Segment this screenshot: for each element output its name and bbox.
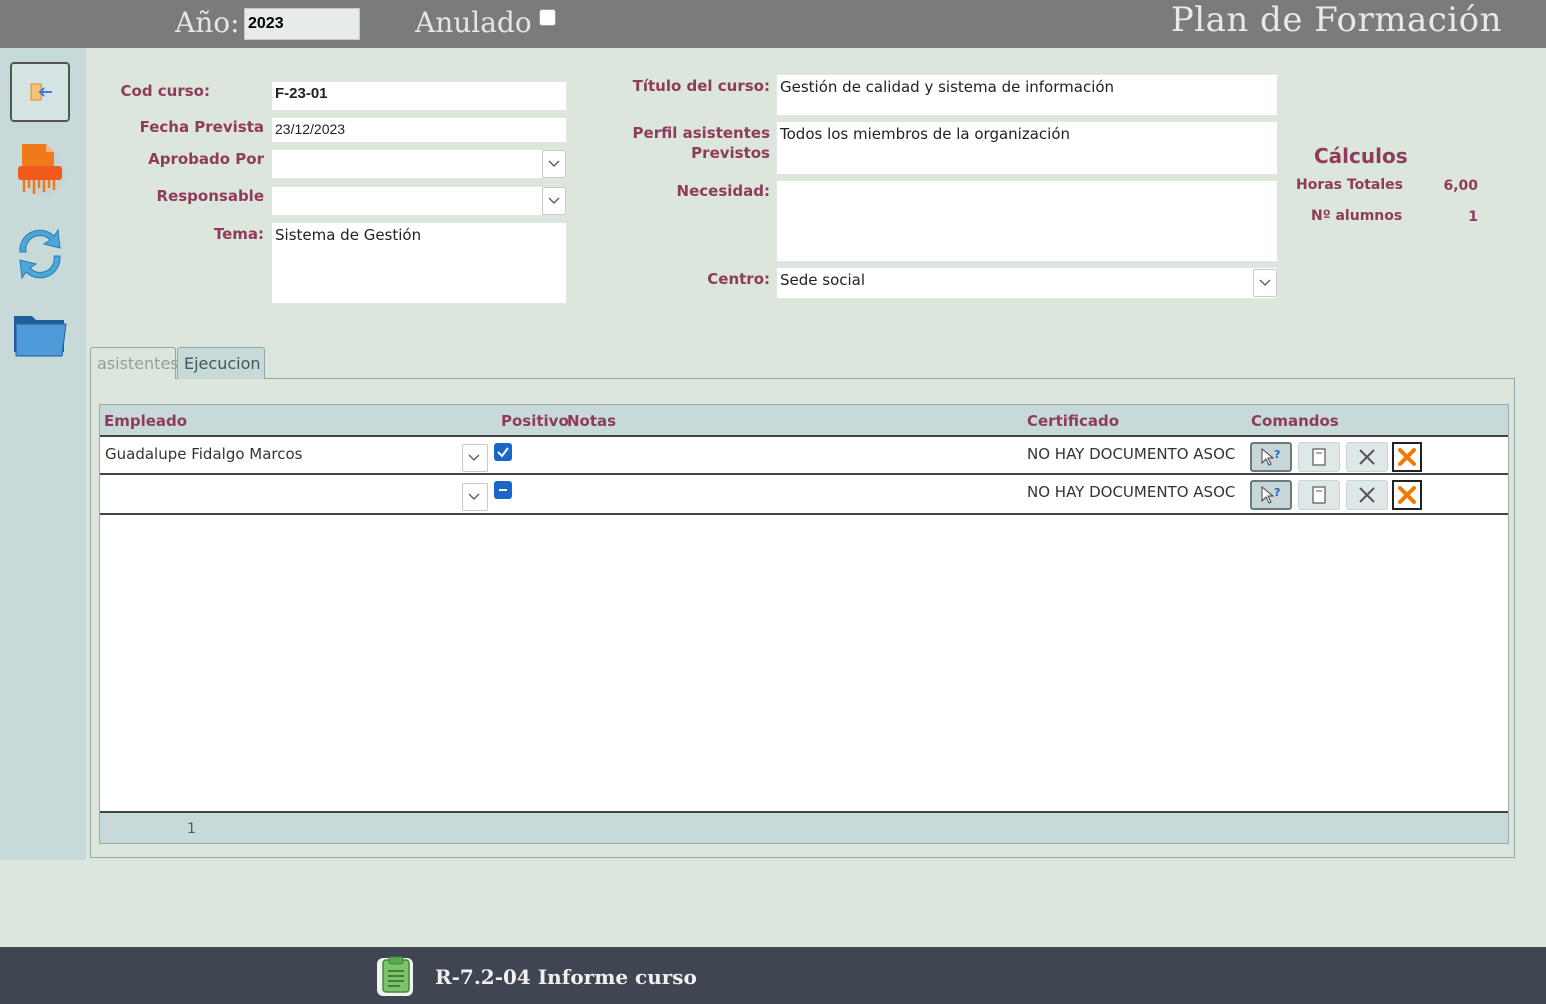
grid-header: Empleado Positivo Notas Certificado Coma… <box>100 405 1508 437</box>
empleado-dropdown-button[interactable] <box>462 444 488 472</box>
record-count: 1 <box>187 821 196 837</box>
document-icon <box>1312 486 1326 504</box>
anulado-checkbox[interactable] <box>539 9 556 26</box>
chevron-down-icon <box>548 160 560 167</box>
cod-curso-label: Cod curso: <box>120 82 210 100</box>
svg-text:?: ? <box>1274 486 1280 499</box>
grid-footer: 1 <box>100 811 1508 843</box>
chevron-down-icon <box>1259 279 1271 286</box>
centro-select[interactable]: Sede social <box>776 267 1278 299</box>
chevron-down-icon <box>468 493 480 500</box>
chevron-down-icon <box>468 454 480 461</box>
document-button[interactable] <box>1298 442 1340 472</box>
responsable-label: Responsable <box>156 187 264 205</box>
chevron-down-icon <box>548 197 560 204</box>
pdf-report-icon <box>18 144 66 196</box>
col-comandos: Comandos <box>1251 412 1339 430</box>
checkmark-icon <box>497 447 509 458</box>
table-row: NO HAY DOCUMENTO ASOC ? <box>100 477 1508 515</box>
refresh-icon <box>19 228 61 280</box>
calculos-title: Cálculos <box>1314 144 1408 168</box>
help-select-button[interactable]: ? <box>1250 480 1292 510</box>
tab-asistentes[interactable]: asistentes <box>90 347 179 379</box>
tema-field[interactable]: Sistema de Gestión <box>271 222 567 304</box>
centro-label: Centro: <box>707 270 770 288</box>
titulo-label: Título del curso: <box>632 77 770 95</box>
table-row: Guadalupe Fidalgo Marcos NO HAY DOCUMENT… <box>100 437 1508 475</box>
fecha-prevista-field[interactable]: 23/12/2023 <box>271 117 567 143</box>
positivo-checkbox[interactable] <box>494 443 512 461</box>
empleado-dropdown-button[interactable] <box>462 483 488 511</box>
perfil-field[interactable]: Todos los miembros de la organización <box>776 121 1278 175</box>
col-notas: Notas <box>567 412 617 430</box>
clipboard-icon <box>377 956 413 996</box>
col-positivo: Positivo <box>501 412 569 430</box>
delete-row-button[interactable] <box>1392 480 1422 510</box>
indeterminate-icon <box>499 489 507 491</box>
report-button[interactable] <box>375 954 417 998</box>
certificado-cell: NO HAY DOCUMENTO ASOC <box>1027 445 1236 463</box>
empleado-cell[interactable]: Guadalupe Fidalgo Marcos <box>105 445 303 463</box>
report-label[interactable]: R-7.2-04 Informe curso <box>435 965 697 989</box>
anulado-label: Anulado <box>415 6 532 39</box>
perfil-label: Perfil asistentes Previstos <box>600 123 770 163</box>
fecha-prevista-label: Fecha Prevista <box>139 118 264 136</box>
centro-dropdown-button[interactable] <box>1253 269 1277 297</box>
tema-label: Tema: <box>213 225 264 243</box>
delete-x-icon <box>1398 448 1416 466</box>
pdf-report-button[interactable] <box>10 138 70 198</box>
top-bar: Año: Anulado Plan de Formación <box>0 0 1546 48</box>
exit-button[interactable] <box>10 62 70 122</box>
horas-totales-label: Horas Totales <box>1296 177 1403 193</box>
col-empleado: Empleado <box>104 412 188 430</box>
asistentes-grid: Empleado Positivo Notas Certificado Coma… <box>99 404 1509 844</box>
sidebar <box>0 48 86 860</box>
folder-button[interactable] <box>10 306 70 366</box>
col-certificado: Certificado <box>1027 412 1120 430</box>
document-button[interactable] <box>1298 480 1340 510</box>
document-icon <box>1312 448 1326 466</box>
num-alumnos-value: 1 <box>1468 209 1478 225</box>
necesidad-field[interactable] <box>776 180 1278 262</box>
clear-button[interactable] <box>1346 480 1388 510</box>
cod-curso-field[interactable]: F-23-01 <box>271 81 567 111</box>
exit-icon <box>30 83 52 101</box>
titulo-field[interactable]: Gestión de calidad y sistema de informac… <box>776 74 1278 116</box>
year-input[interactable] <box>244 8 360 40</box>
aprobado-por-dropdown-button[interactable] <box>542 150 566 178</box>
bottom-bar: R-7.2-04 Informe curso <box>0 947 1546 1004</box>
aprobado-por-label: Aprobado Por <box>148 150 264 168</box>
cursor-help-icon: ? <box>1261 447 1280 466</box>
year-label: Año: <box>175 6 240 39</box>
perfil-label-line1: Perfil asistentes <box>632 124 770 142</box>
help-select-button[interactable]: ? <box>1250 442 1292 472</box>
responsable-dropdown-button[interactable] <box>542 187 566 215</box>
delete-x-icon <box>1398 486 1416 504</box>
perfil-label-line2: Previstos <box>691 144 770 162</box>
positivo-checkbox[interactable] <box>494 481 512 499</box>
delete-row-button[interactable] <box>1392 442 1422 472</box>
necesidad-label: Necesidad: <box>676 182 770 200</box>
page-title: Plan de Formación <box>1170 0 1502 40</box>
tab-ejecucion[interactable]: Ejecucion <box>177 347 265 379</box>
responsable-select[interactable] <box>271 186 567 216</box>
close-icon <box>1359 449 1375 465</box>
clear-button[interactable] <box>1346 442 1388 472</box>
refresh-button[interactable] <box>10 222 70 282</box>
cursor-help-icon: ? <box>1261 485 1280 504</box>
close-icon <box>1359 487 1375 503</box>
horas-totales-value: 6,00 <box>1443 178 1478 194</box>
aprobado-por-select[interactable] <box>271 149 567 179</box>
folder-icon <box>14 316 67 357</box>
svg-text:?: ? <box>1274 448 1280 461</box>
num-alumnos-label: Nº alumnos <box>1311 208 1403 224</box>
certificado-cell: NO HAY DOCUMENTO ASOC <box>1027 483 1236 501</box>
